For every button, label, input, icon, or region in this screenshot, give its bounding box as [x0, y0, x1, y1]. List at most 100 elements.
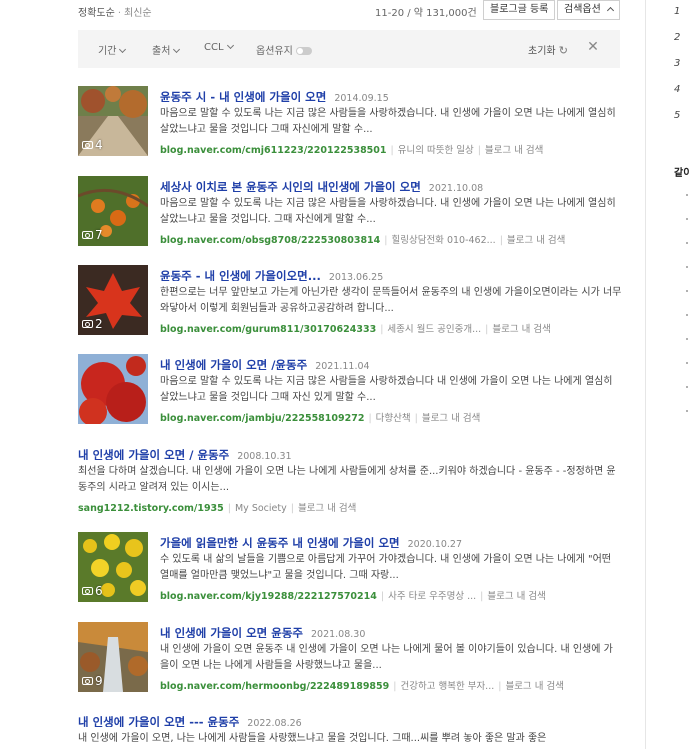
result-title-link[interactable]: 내 인생에 가을이 오면 --- 윤동주 — [78, 715, 239, 727]
result-url[interactable]: blog.naver.com/kjy19288/222127570214 — [160, 591, 377, 602]
result-title-link[interactable]: 내 인생에 가을이 오면 / 윤동주 — [78, 448, 229, 460]
sort-accuracy[interactable]: 정확도순 — [78, 8, 115, 19]
results-toolbar: 정확도순 · 최신순 11-20 / 약 131,000건 블로그글 등록 검색옵션 — [78, 0, 620, 22]
result-body: 윤동주 - 내 인생에 가을이오면... 2013.06.25 한편으로는 너무 … — [160, 265, 622, 335]
reset-filters-button[interactable]: 초기화 ↻ — [528, 42, 568, 57]
result-title-link[interactable]: 내 인생에 가을이 오면 /윤동주 — [160, 358, 307, 370]
chevron-down-icon — [226, 41, 234, 50]
result-source[interactable]: My Society — [235, 503, 287, 514]
close-icon[interactable]: ✕ — [586, 40, 600, 54]
in-blog-search-link[interactable]: 블로그 내 검색 — [485, 145, 543, 156]
result-body: 내 인생에 가을이 오면 --- 윤동주 2022.08.26 내 인생에 가을이… — [78, 711, 620, 749]
list-bullet — [686, 194, 688, 196]
photo-count: 2 — [82, 317, 103, 331]
result-title-link[interactable]: 윤동주 시 - 내 인생에 가을이 오면 — [160, 90, 326, 102]
result-date: 2021.08.30 — [310, 629, 366, 638]
result-meta: blog.naver.com/cmj611223/220122538501 | 유니… — [160, 145, 544, 156]
result-url[interactable]: sang1212.tistory.com/1935 — [78, 503, 224, 514]
sort-options: 정확도순 · 최신순 — [78, 4, 152, 19]
result-date: 2008.10.31 — [237, 451, 292, 460]
result-snippet: 내 인생에 가을이 오면, 나는 나에게 사람들을 사랑했느냐고 물을 것입니다… — [78, 733, 547, 744]
result-snippet: 마음으로 말할 수 있도록 나는 지금 많은 사람들을 사랑하겠습니다. 내 인… — [160, 108, 616, 135]
thumbnail-image — [78, 354, 148, 424]
filter-period-label: 기간 — [98, 46, 117, 57]
result-body: 내 인생에 가을이 오면 / 윤동주 2008.10.31 최선을 다하며 살겠습… — [78, 444, 620, 514]
result-url[interactable]: blog.naver.com/jambju/222558109272 — [160, 413, 364, 424]
result-snippet: 최선을 다하며 살겠습니다. 내 인생에 가을이 오면 나는 나에게 사람들에게… — [78, 466, 616, 493]
rank-number[interactable]: 5 — [674, 110, 680, 121]
photo-count: 6 — [82, 584, 103, 598]
chevron-down-icon — [119, 45, 127, 54]
filter-bar: 기간 출처 CCL 옵션유지 초기화 ↻ ✕ — [78, 30, 620, 68]
filter-source-label: 출처 — [152, 46, 171, 57]
in-blog-search-link[interactable]: 블로그 내 검색 — [505, 681, 563, 692]
photo-count: 7 — [82, 228, 103, 242]
result-meta: blog.naver.com/jambju/222558109272 | 다향산책 |… — [160, 413, 481, 424]
keep-option-label: 옵션유지 — [256, 46, 293, 57]
register-post-button[interactable]: 블로그글 등록 — [483, 0, 556, 20]
sort-latest[interactable]: 최신순 — [124, 8, 152, 19]
in-blog-search-link[interactable]: 블로그 내 검색 — [492, 324, 550, 335]
in-blog-search-link[interactable]: 블로그 내 검색 — [507, 235, 565, 246]
camera-icon — [82, 231, 93, 239]
result-thumbnail[interactable] — [78, 354, 148, 424]
result-date: 2014.09.15 — [334, 93, 389, 102]
result-thumbnail[interactable]: 4 — [78, 86, 148, 156]
result-date: 2013.06.25 — [328, 272, 384, 281]
filter-ccl-label: CCL — [204, 42, 224, 53]
rank-number[interactable]: 1 — [674, 6, 680, 17]
filter-period[interactable]: 기간 — [98, 42, 127, 57]
result-body: 가을에 읽을만한 시 윤동주 내 인생에 가을이 오면 2020.10.27 수 … — [160, 532, 622, 602]
result-source[interactable]: 유니의 따뜻한 일상 — [398, 145, 474, 156]
filter-ccl[interactable]: CCL — [204, 41, 234, 53]
result-source[interactable]: 힐링상담전화 010-462... — [391, 235, 495, 246]
result-url[interactable]: blog.naver.com/cmj611223/220122538501 — [160, 145, 387, 156]
result-thumbnail[interactable]: 7 — [78, 176, 148, 246]
result-thumbnail[interactable]: 9 — [78, 622, 148, 692]
result-meta: blog.naver.com/hermoonbg/222489189859 | 건강… — [160, 681, 564, 692]
result-snippet: 수 있도록 내 삶의 날들을 기쁨으로 아름답게 가꾸어 가야겠습니다. 내 인… — [160, 554, 612, 581]
keep-option-toggle[interactable]: 옵션유지 — [256, 42, 312, 57]
list-bullet — [686, 410, 688, 412]
chevron-up-icon — [606, 6, 615, 15]
result-date: 2022.08.26 — [247, 718, 302, 727]
photo-count: 9 — [82, 674, 103, 688]
filter-source[interactable]: 출처 — [152, 42, 181, 57]
result-body: 내 인생에 가을이 오면 윤동주 2021.08.30 내 인생에 가을이 오면 … — [160, 622, 622, 692]
rank-number[interactable]: 2 — [674, 32, 680, 43]
result-title-link[interactable]: 세상사 이치로 본 윤동주 시인의 내인생에 가을이 오면 — [160, 180, 421, 192]
result-date: 2021.11.04 — [315, 361, 370, 370]
list-bullet — [686, 314, 688, 316]
camera-icon — [82, 587, 93, 595]
result-snippet: 한편으로는 너무 앞만보고 가는게 아닌가란 생각이 문뜩들어서 윤동주의 내 … — [160, 287, 622, 314]
list-bullet — [686, 290, 688, 292]
list-bullet — [686, 242, 688, 244]
result-snippet: 내 인생에 가을이 오면 윤동주 내 인생에 가을이 오면 나는 나에게 물어 … — [160, 644, 613, 671]
result-title-link[interactable]: 가을에 읽을만한 시 윤동주 내 인생에 가을이 오면 — [160, 536, 400, 548]
result-title-link[interactable]: 내 인생에 가을이 오면 윤동주 — [160, 626, 303, 638]
result-url[interactable]: blog.naver.com/obsg8708/222530803814 — [160, 235, 380, 246]
rank-number[interactable]: 4 — [674, 84, 680, 95]
in-blog-search-link[interactable]: 블로그 내 검색 — [298, 503, 356, 514]
result-thumbnail[interactable]: 2 — [78, 265, 148, 335]
rank-number[interactable]: 3 — [674, 58, 680, 69]
toggle-switch[interactable] — [295, 47, 312, 55]
result-thumbnail[interactable]: 6 — [78, 532, 148, 602]
result-source[interactable]: 다향산책 — [376, 413, 411, 424]
list-bullet — [686, 386, 688, 388]
sort-separator: · — [117, 8, 121, 19]
result-title-link[interactable]: 윤동주 - 내 인생에 가을이오면... — [160, 269, 321, 281]
list-bullet — [686, 218, 688, 220]
in-blog-search-link[interactable]: 블로그 내 검색 — [422, 413, 480, 424]
result-body: 세상사 이치로 본 윤동주 시인의 내인생에 가을이 오면 2021.10.08 … — [160, 176, 622, 246]
result-url[interactable]: blog.naver.com/gurum811/30170624333 — [160, 324, 376, 335]
result-date: 2021.10.08 — [428, 183, 484, 192]
result-source[interactable]: 사주 타로 우주명상 ... — [388, 591, 476, 602]
result-url[interactable]: blog.naver.com/hermoonbg/222489189859 — [160, 681, 389, 692]
in-blog-search-link[interactable]: 블로그 내 검색 — [487, 591, 545, 602]
result-source[interactable]: 건강하고 행복한 부자... — [400, 681, 494, 692]
search-options-button[interactable]: 검색옵션 — [557, 0, 620, 20]
chevron-down-icon — [173, 45, 181, 54]
result-source[interactable]: 세종시 월드 공인중개... — [387, 324, 481, 335]
list-bullet — [686, 266, 688, 268]
